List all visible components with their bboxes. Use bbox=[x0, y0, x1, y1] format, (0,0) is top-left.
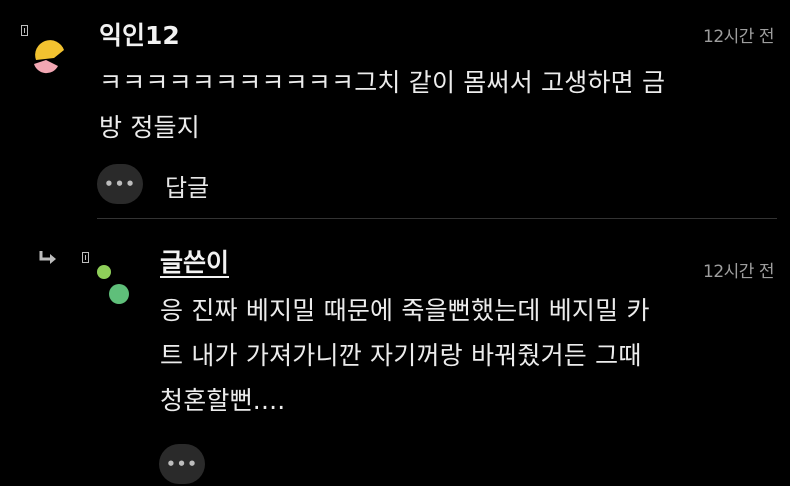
divider bbox=[97, 218, 777, 219]
comment-line: 트 내가 가져가니깐 자기꺼랑 바꿔줬거든 그때 bbox=[160, 341, 642, 370]
reply-button[interactable]: 답글 bbox=[165, 168, 209, 203]
comment-line: ㅋㅋㅋㅋㅋㅋㅋㅋㅋㅋㅋ그치 같이 몸써서 고생하면 금 bbox=[99, 68, 666, 97]
comment-line: 응 진짜 베지밀 때문에 죽을뻔했는데 베지밀 카 bbox=[160, 296, 650, 325]
comment-time: 12시간 전 bbox=[703, 27, 774, 47]
more-options-button[interactable]: ••• bbox=[159, 444, 205, 484]
comment-time: 12시간 전 bbox=[703, 262, 774, 282]
avatar-icon bbox=[34, 40, 64, 74]
comment-author[interactable]: 글쓴이 bbox=[160, 243, 229, 279]
comment-body: ㅋㅋㅋㅋㅋㅋㅋㅋㅋㅋㅋ그치 같이 몸써서 고생하면 금 방 정들지 bbox=[99, 60, 779, 150]
avatar-icon bbox=[97, 265, 129, 304]
status-marker-icon bbox=[21, 25, 28, 36]
more-options-button[interactable]: ••• bbox=[97, 164, 143, 204]
avatar[interactable] bbox=[94, 262, 134, 306]
comment-line: 방 정들지 bbox=[99, 113, 200, 142]
comment-line: 청혼할뻔.... bbox=[160, 386, 286, 415]
reply-arrow-icon bbox=[38, 250, 58, 266]
status-marker-icon bbox=[82, 252, 89, 263]
avatar[interactable] bbox=[28, 38, 70, 78]
comment-body: 응 진짜 베지밀 때문에 죽을뻔했는데 베지밀 카 트 내가 가져가니깐 자기꺼… bbox=[160, 288, 780, 423]
comment-author[interactable]: 익인12 bbox=[99, 16, 180, 52]
